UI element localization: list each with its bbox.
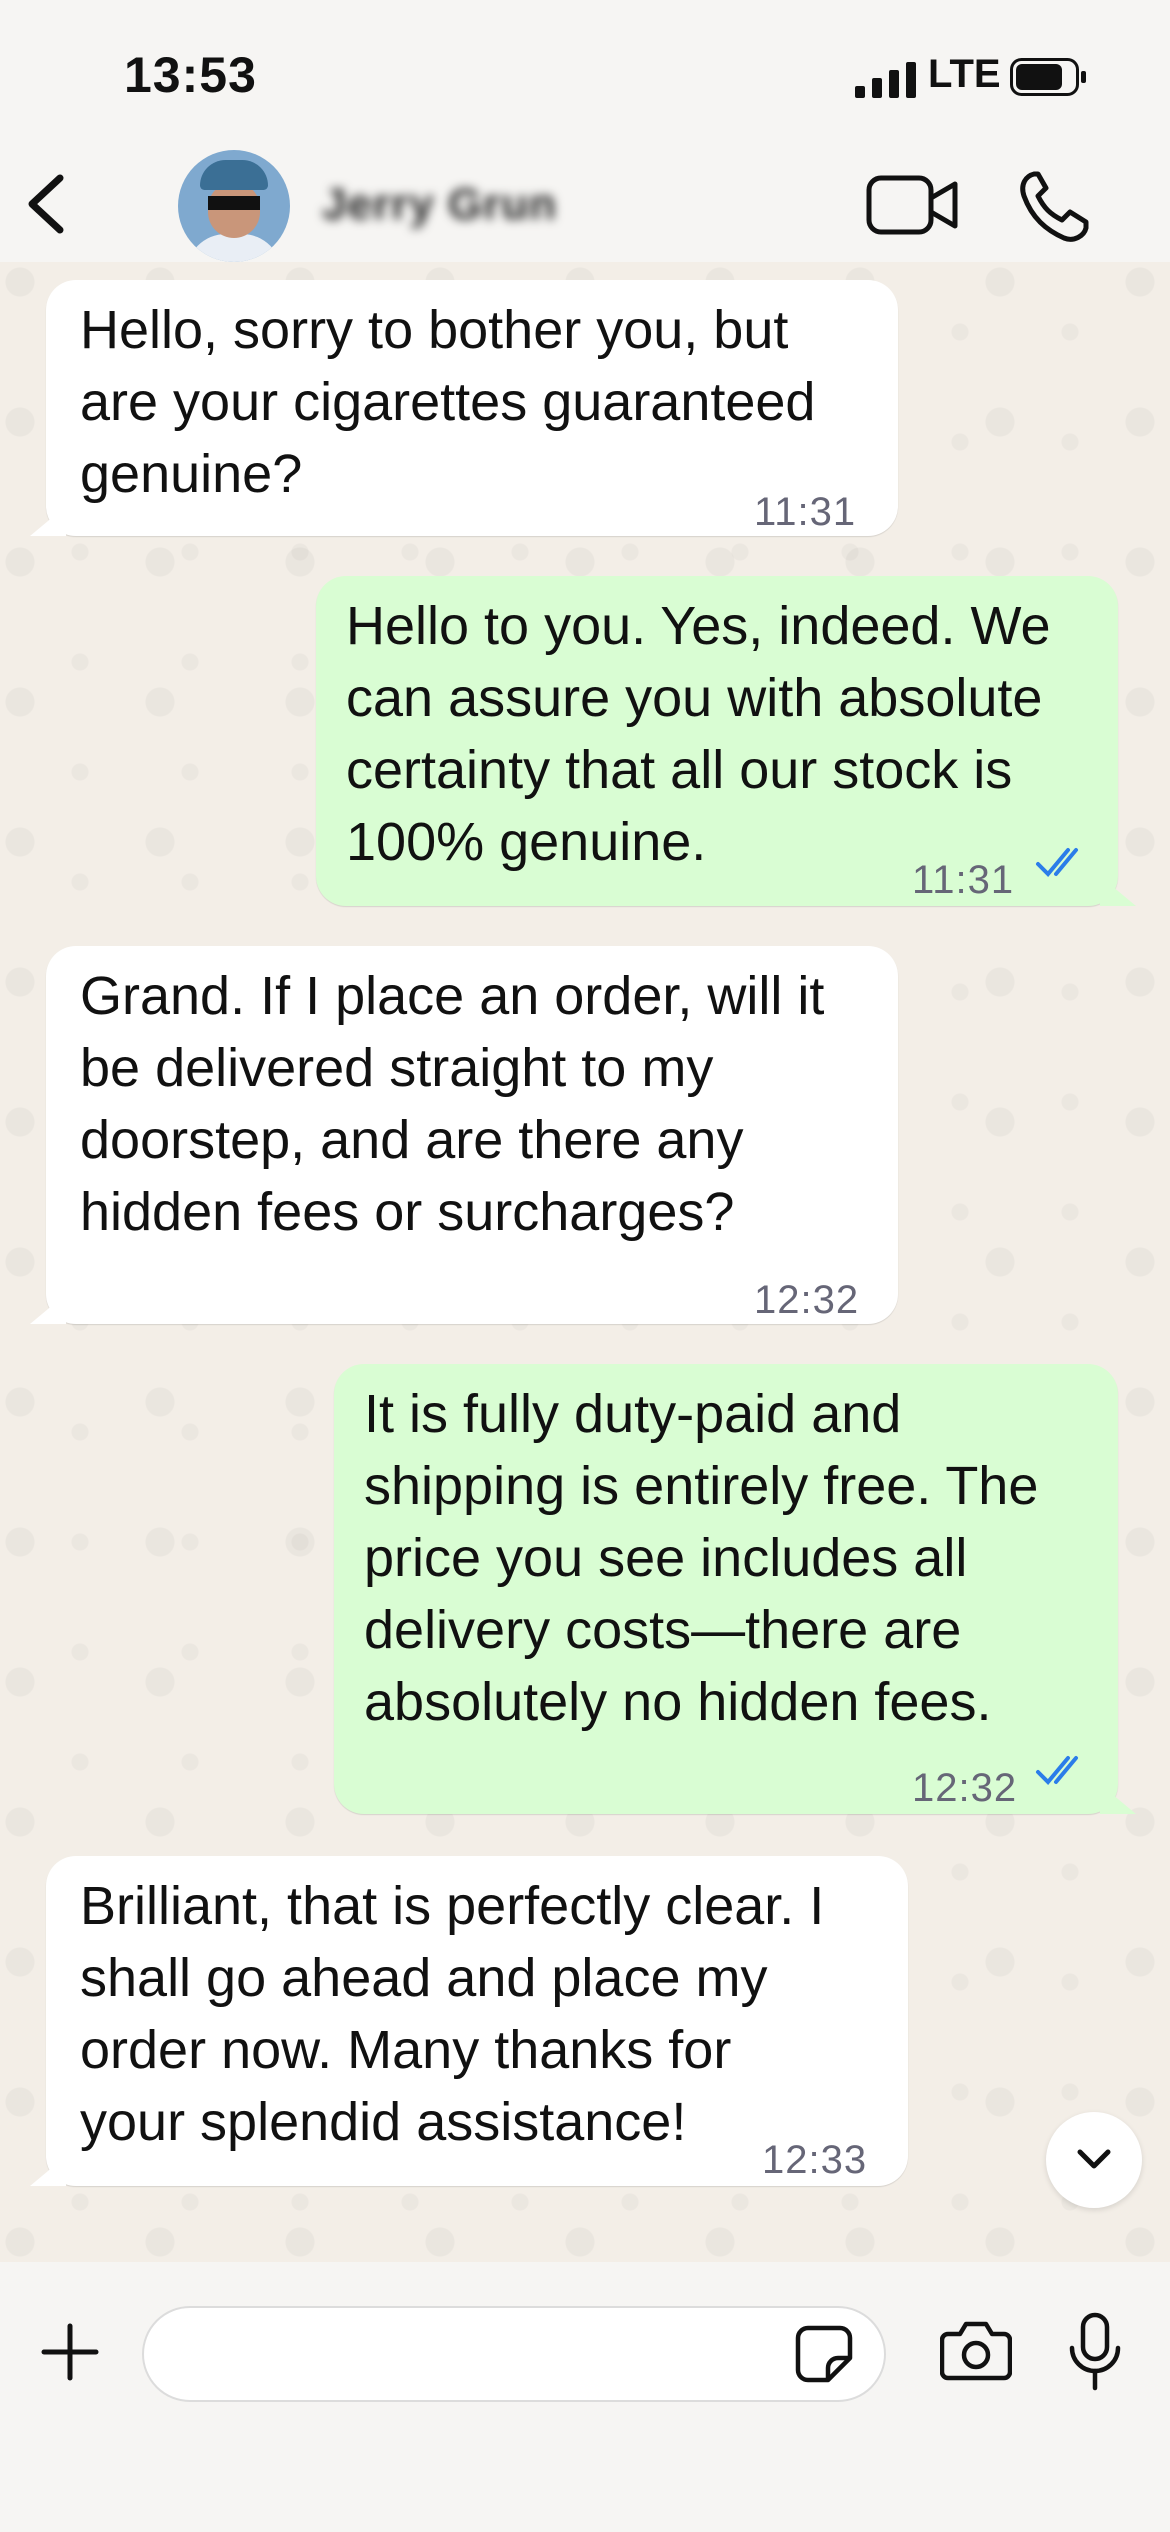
status-bar: 13:53 LTE <box>0 0 1170 150</box>
message-time: 12:33 <box>762 2138 868 2182</box>
status-time: 13:53 <box>124 47 257 103</box>
message-input[interactable] <box>142 2306 886 2402</box>
message-time: 11:31 <box>754 490 857 534</box>
phone-icon[interactable] <box>1016 168 1092 244</box>
message-text: Hello to you. Yes, indeed. We can assure… <box>346 596 1051 872</box>
message-text: Hello, sorry to bother you, but are your… <box>80 300 816 504</box>
signal-icon <box>855 62 916 98</box>
double-check-icon <box>1036 1756 1078 1785</box>
back-icon[interactable] <box>18 164 78 244</box>
message-bubble-outgoing[interactable]: Hello to you. Yes, indeed. We can assure… <box>316 576 1118 906</box>
message-time: 12:32 <box>912 1766 1018 1810</box>
message-bubble-incoming[interactable]: Hello, sorry to bother you, but are your… <box>46 280 898 536</box>
microphone-icon[interactable] <box>1066 2312 1124 2392</box>
message-bubble-outgoing[interactable]: It is fully duty-paid and shipping is en… <box>334 1364 1118 1814</box>
message-composer <box>0 2262 1170 2532</box>
contact-avatar[interactable] <box>178 150 290 262</box>
video-call-icon[interactable] <box>866 172 958 238</box>
message-time: 12:32 <box>754 1278 860 1322</box>
message-bubble-incoming[interactable]: Grand. If I place an order, will it be d… <box>46 946 898 1324</box>
battery-icon <box>1010 58 1086 96</box>
message-time: 11:31 <box>912 858 1015 902</box>
double-check-icon <box>1036 848 1078 877</box>
message-text: Brilliant, that is perfectly clear. I sh… <box>80 1876 825 2152</box>
message-bubble-incoming[interactable]: Brilliant, that is perfectly clear. I sh… <box>46 1856 908 2186</box>
message-text: It is fully duty-paid and shipping is en… <box>364 1384 1039 1732</box>
contact-name[interactable]: Jerry Grun <box>322 180 557 230</box>
plus-icon[interactable] <box>40 2322 100 2382</box>
chevron-down-icon <box>1077 2149 1111 2169</box>
scroll-to-bottom-button[interactable] <box>1046 2112 1142 2208</box>
camera-icon[interactable] <box>940 2318 1012 2382</box>
chat-header: Jerry Grun <box>0 150 1170 262</box>
network-type: LTE <box>928 52 1001 96</box>
sticker-icon[interactable] <box>794 2324 854 2384</box>
message-text: Grand. If I place an order, will it be d… <box>80 966 825 1242</box>
